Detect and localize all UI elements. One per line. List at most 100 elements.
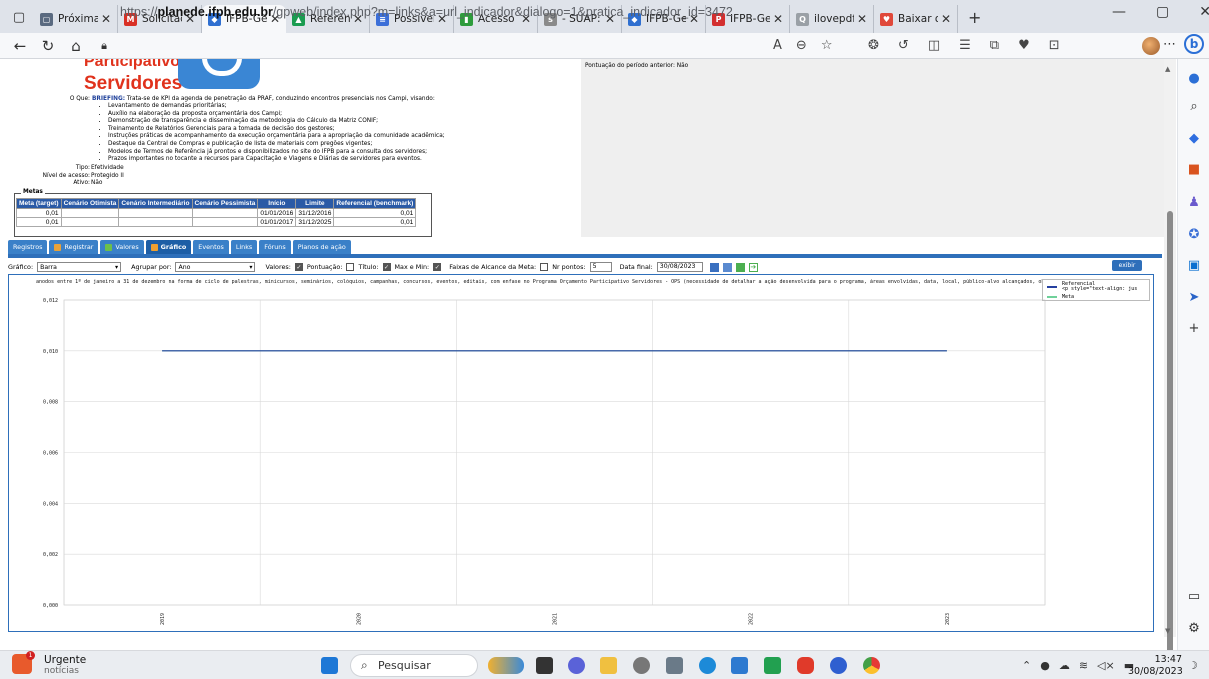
- zoom-icon[interactable]: ⊖: [796, 38, 807, 53]
- close-tab-icon[interactable]: ✕: [941, 12, 951, 26]
- search-icon[interactable]: ⌕: [1186, 99, 1202, 115]
- subtab-planos-de-ação[interactable]: Planos de ação: [292, 240, 351, 254]
- subtab-registrar[interactable]: Registrar: [49, 240, 99, 254]
- vpn-icon[interactable]: [830, 657, 847, 674]
- notification-bell-icon[interactable]: ●: [1186, 71, 1202, 87]
- calculator-icon[interactable]: [666, 657, 683, 674]
- close-tab-icon[interactable]: ✕: [857, 12, 867, 26]
- subtab-fóruns[interactable]: Fóruns: [259, 240, 291, 254]
- office-icon[interactable]: ⊡: [1049, 38, 1060, 53]
- collections-icon[interactable]: ⧉: [990, 38, 999, 53]
- tray-app-icon[interactable]: ●: [1040, 659, 1050, 672]
- lock-icon[interactable]: 🔒︎: [90, 39, 118, 53]
- bing-widget-icon[interactable]: [488, 657, 524, 674]
- favorite-star-icon[interactable]: ☆: [821, 38, 833, 53]
- home-icon[interactable]: ⌂: [62, 37, 90, 55]
- people-icon[interactable]: ♟: [1186, 195, 1202, 211]
- back-icon[interactable]: ←: [6, 37, 34, 55]
- browser-tab[interactable]: ♥ Baixar o a✕: [874, 5, 958, 33]
- wifi-icon[interactable]: ≋: [1079, 659, 1088, 672]
- pontuacao-checkbox[interactable]: [346, 263, 355, 271]
- tray-overflow-icon[interactable]: ⌃: [1022, 659, 1031, 672]
- datafinal-input[interactable]: 30/08/2023: [656, 262, 703, 272]
- favorites-list-icon[interactable]: ☰: [959, 38, 971, 53]
- file-explorer-icon[interactable]: [600, 657, 617, 674]
- y-tick-label: 0,008: [43, 400, 58, 406]
- subtab-links[interactable]: Links: [230, 240, 258, 254]
- volume-icon[interactable]: ◁×: [1097, 659, 1115, 672]
- copilot-icon[interactable]: b: [1184, 34, 1204, 54]
- titulo-checkbox[interactable]: ✓: [382, 263, 391, 271]
- close-tab-icon[interactable]: ✕: [101, 12, 111, 26]
- export-icon[interactable]: [735, 262, 745, 272]
- tab-title: ilovepdf: [814, 13, 854, 25]
- games-icon[interactable]: ✪: [1186, 227, 1202, 243]
- tray-weather-icon[interactable]: ☁: [1059, 659, 1070, 672]
- send-icon[interactable]: ➤: [1186, 290, 1202, 306]
- go-arrow-icon[interactable]: ➔: [748, 262, 758, 272]
- split-screen-icon[interactable]: ◫: [928, 38, 940, 53]
- tools-briefcase-icon[interactable]: ■: [1186, 162, 1202, 178]
- chrome-icon[interactable]: [863, 657, 880, 674]
- news-widget-title[interactable]: Urgente: [44, 654, 86, 666]
- excel-icon[interactable]: [764, 657, 781, 674]
- new-tab-button[interactable]: +: [958, 8, 991, 33]
- extension-icon[interactable]: ❂: [868, 38, 879, 53]
- calendar-app-icon[interactable]: [731, 657, 748, 674]
- calendar-icon[interactable]: [709, 262, 719, 272]
- teams-icon[interactable]: [568, 657, 585, 674]
- url-text[interactable]: https://planede.ifpb.edu.br/gpweb/index.…: [120, 5, 733, 19]
- pdf-app-icon[interactable]: [797, 657, 814, 674]
- scroll-thumb[interactable]: [1167, 211, 1173, 663]
- edge-browser-icon[interactable]: [699, 657, 716, 674]
- nrpontos-input[interactable]: 5: [589, 262, 612, 272]
- chart-type-select[interactable]: Barra ▾: [37, 262, 122, 272]
- more-menu-icon[interactable]: ⋯: [1163, 37, 1176, 52]
- reload-icon[interactable]: ↻: [34, 37, 62, 55]
- metas-cell: [60, 217, 120, 227]
- tab-actions-icon[interactable]: ▢: [6, 4, 32, 30]
- start-icon[interactable]: [321, 657, 338, 674]
- page-scrollbar[interactable]: ▲ ▼: [1164, 59, 1176, 663]
- settings-gear-icon[interactable]: ⚙: [1186, 621, 1202, 637]
- notifications-icon[interactable]: ☽: [1188, 659, 1198, 672]
- metas-cell: 01/01/2016: [257, 208, 297, 218]
- scroll-up-icon[interactable]: ▲: [1165, 65, 1170, 73]
- news-widget-icon[interactable]: 1: [12, 651, 35, 674]
- shopping-tag-icon[interactable]: ◆: [1186, 131, 1202, 147]
- exibir-button[interactable]: exibir: [1112, 260, 1142, 271]
- refresh-extension-icon[interactable]: ↺: [898, 38, 909, 53]
- subtab-gráfico[interactable]: Gráfico: [145, 240, 192, 254]
- news-widget-subtitle[interactable]: notícias: [44, 666, 79, 676]
- subtab-eventos[interactable]: Eventos: [193, 240, 229, 254]
- restore-icon[interactable]: ▢: [1156, 4, 1169, 20]
- report-icon[interactable]: [722, 262, 732, 272]
- valores-checkbox[interactable]: ✓: [294, 263, 303, 271]
- subtab-icon: [54, 243, 62, 251]
- maxmin-label: Max e Min:: [394, 263, 430, 271]
- browser-tab[interactable]: Qilovepdf ✕: [790, 5, 874, 33]
- add-sidebar-icon[interactable]: +: [1186, 321, 1202, 337]
- task-view-icon[interactable]: [536, 657, 553, 674]
- metas-table: Meta (target) Cenário Otimista Cenário Int…: [16, 198, 417, 227]
- sidebar-panel-icon[interactable]: ▭: [1186, 589, 1202, 605]
- maxmin-checkbox[interactable]: ✓: [433, 263, 442, 271]
- minimize-icon[interactable]: —: [1112, 4, 1126, 20]
- subtab-registros[interactable]: Registros: [8, 240, 48, 254]
- group-by-select[interactable]: Ano ▾: [175, 262, 256, 272]
- outlook-icon[interactable]: ▣: [1186, 258, 1202, 274]
- read-aloud-icon[interactable]: A: [773, 38, 782, 53]
- x-tick-label: 2023: [945, 613, 951, 625]
- settings-icon[interactable]: [633, 657, 650, 674]
- profile-avatar[interactable]: [1142, 37, 1160, 55]
- browser-tab[interactable]: ▢ Próximas✕: [34, 5, 118, 33]
- close-window-icon[interactable]: ✕: [1199, 4, 1209, 20]
- scroll-down-icon[interactable]: ▼: [1165, 627, 1170, 635]
- subtab-valores[interactable]: Valores: [100, 240, 144, 254]
- taskbar-clock[interactable]: 13:47 30/08/2023: [1128, 654, 1183, 678]
- taskbar-search[interactable]: ⌕ Pesquisar: [350, 654, 478, 677]
- faixas-checkbox[interactable]: [540, 263, 549, 271]
- oque-label: O Que:: [69, 96, 90, 102]
- close-tab-icon[interactable]: ✕: [773, 12, 783, 26]
- performance-icon[interactable]: ♥: [1018, 38, 1030, 53]
